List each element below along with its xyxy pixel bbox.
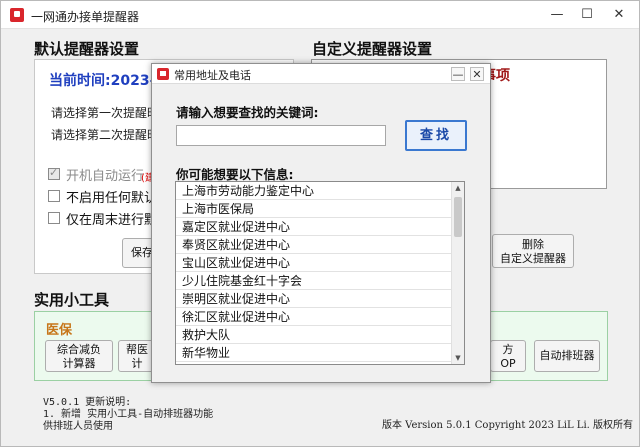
scroll-thumb[interactable] bbox=[454, 197, 462, 237]
release-notes-line3: 供排班人员使用 bbox=[43, 421, 113, 432]
maximize-button[interactable]: ☐ bbox=[573, 5, 601, 25]
tool-op-line1: 方 bbox=[502, 343, 514, 356]
delete-custom-reminder-button[interactable]: 删除 自定义提醒器 bbox=[492, 234, 574, 268]
tool-op-line2: OP bbox=[500, 357, 516, 370]
burden-calculator-line2: 计算器 bbox=[62, 357, 96, 370]
tool-button-op[interactable]: 方 OP bbox=[490, 340, 526, 372]
window-title: 一网通办接单提醒器 bbox=[31, 10, 140, 24]
result-item[interactable]: 少儿住院基金红十字会 bbox=[176, 272, 452, 290]
scroll-up-arrow-icon[interactable]: ▲ bbox=[452, 182, 464, 194]
result-item[interactable]: 上海市医保局 bbox=[176, 200, 452, 218]
delete-button-line1: 删除 bbox=[522, 238, 544, 251]
dialog-app-icon bbox=[157, 68, 169, 80]
result-item[interactable]: 上海市劳动能力鉴定中心 bbox=[176, 182, 452, 200]
result-item[interactable]: 奉贤区就业促进中心 bbox=[176, 236, 452, 254]
result-item[interactable]: 新华物业 bbox=[176, 344, 452, 362]
keyword-label: 请输入想要查找的关键词: bbox=[176, 105, 319, 120]
result-item[interactable]: 救护大队 bbox=[176, 326, 452, 344]
help-calculator-line1: 帮医 bbox=[126, 343, 148, 356]
first-reminder-label: 请选择第一次提醒时 bbox=[51, 106, 160, 120]
autostart-label: 开机自动运行 bbox=[66, 169, 145, 184]
default-settings-heading: 默认提醒器设置 bbox=[34, 40, 140, 58]
result-item[interactable]: 徐汇区就业促进中心 bbox=[176, 308, 452, 326]
tools-category-label: 医保 bbox=[46, 323, 73, 338]
result-item[interactable]: 嘉定区就业促进中心 bbox=[176, 218, 452, 236]
dialog-minimize-button[interactable]: — bbox=[451, 67, 465, 81]
results-scrollbar[interactable]: ▲ ▼ bbox=[451, 182, 464, 364]
close-button[interactable]: ✕ bbox=[605, 5, 633, 25]
second-reminder-label: 请选择第二次提醒时 bbox=[51, 128, 160, 142]
delete-button-line2: 自定义提醒器 bbox=[500, 252, 566, 265]
minimize-button[interactable]: — bbox=[543, 5, 571, 25]
result-item[interactable]: 崇明区就业促进中心 bbox=[176, 290, 452, 308]
burden-calculator-button[interactable]: 综合减负 计算器 bbox=[45, 340, 113, 372]
dialog-title: 常用地址及电话 bbox=[174, 69, 251, 82]
search-button[interactable]: 查找 bbox=[405, 120, 467, 151]
disable-default-checkbox[interactable] bbox=[48, 190, 60, 202]
results-list[interactable]: 上海市劳动能力鉴定中心 上海市医保局 嘉定区就业促进中心 奉贤区就业促进中心 宝… bbox=[175, 181, 465, 365]
app-icon bbox=[10, 8, 24, 22]
address-phone-dialog: 常用地址及电话 — ✕ 请输入想要查找的关键词: 查找 你可能想要以下信息: 上… bbox=[151, 63, 491, 383]
custom-settings-heading: 自定义提醒器设置 bbox=[312, 40, 433, 58]
scroll-down-arrow-icon[interactable]: ▼ bbox=[452, 352, 464, 364]
dialog-title-bar: 常用地址及电话 — ✕ bbox=[152, 64, 490, 84]
dialog-close-button[interactable]: ✕ bbox=[470, 67, 484, 81]
result-item[interactable]: 宝山区就业促进中心 bbox=[176, 254, 452, 272]
autostart-checkbox[interactable] bbox=[48, 166, 60, 180]
auto-scheduler-button[interactable]: 自动排班器 bbox=[534, 340, 600, 372]
weekend-only-checkbox[interactable] bbox=[48, 212, 60, 224]
title-bar: 一网通办接单提醒器 — ☐ ✕ bbox=[1, 1, 639, 29]
burden-calculator-line1: 综合减负 bbox=[57, 343, 101, 356]
save-button-label: 保存 bbox=[131, 246, 153, 259]
auto-scheduler-label: 自动排班器 bbox=[539, 349, 595, 362]
keyword-input[interactable] bbox=[176, 125, 386, 146]
tools-heading: 实用小工具 bbox=[34, 291, 110, 309]
version-text: 版本 Version 5.0.1 Copyright 2023 LiL Li. … bbox=[382, 420, 633, 431]
help-calculator-line2: 计 bbox=[131, 357, 143, 370]
